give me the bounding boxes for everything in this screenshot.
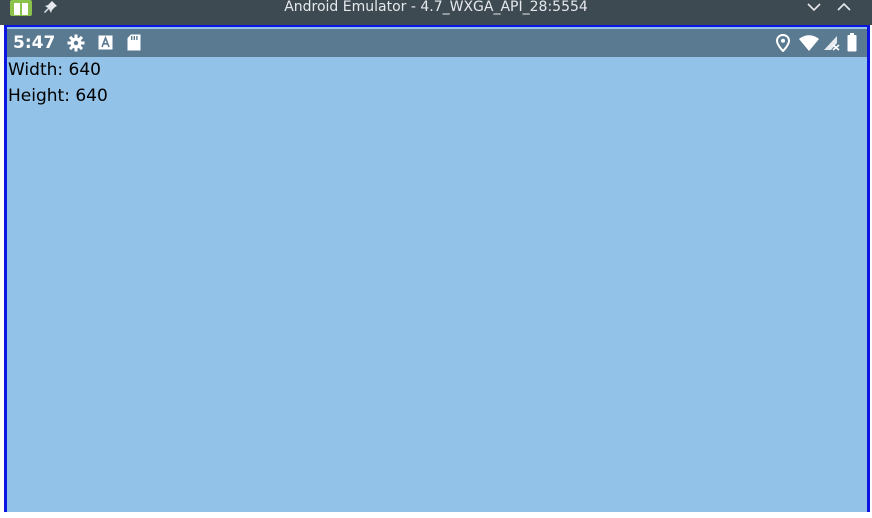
location-pin-icon — [776, 34, 790, 52]
wifi-icon — [799, 35, 819, 51]
no-signal-icon — [824, 36, 840, 51]
status-clock: 5:47 — [13, 33, 56, 53]
window-title: Android Emulator - 4.7_WXGA_API_28:5554 — [284, 0, 588, 15]
width-label: Width: 640 — [8, 60, 101, 80]
height-label: Height: 640 — [8, 86, 108, 106]
window-titlebar: Android Emulator - 4.7_WXGA_API_28:5554 — [0, 0, 872, 25]
maximize-chevron-up-icon[interactable] — [836, 0, 852, 14]
window-bottom-edge — [0, 512, 872, 518]
battery-icon — [847, 33, 857, 52]
emulator-screen[interactable]: 5:47 Width: 640 Height: 640 — [4, 25, 870, 514]
sd-card-icon — [127, 34, 141, 51]
settings-gear-icon — [67, 34, 85, 52]
android-statusbar: 5:47 — [7, 29, 867, 57]
minimize-chevron-down-icon[interactable] — [806, 0, 822, 14]
accessibility-a-icon — [98, 35, 113, 50]
